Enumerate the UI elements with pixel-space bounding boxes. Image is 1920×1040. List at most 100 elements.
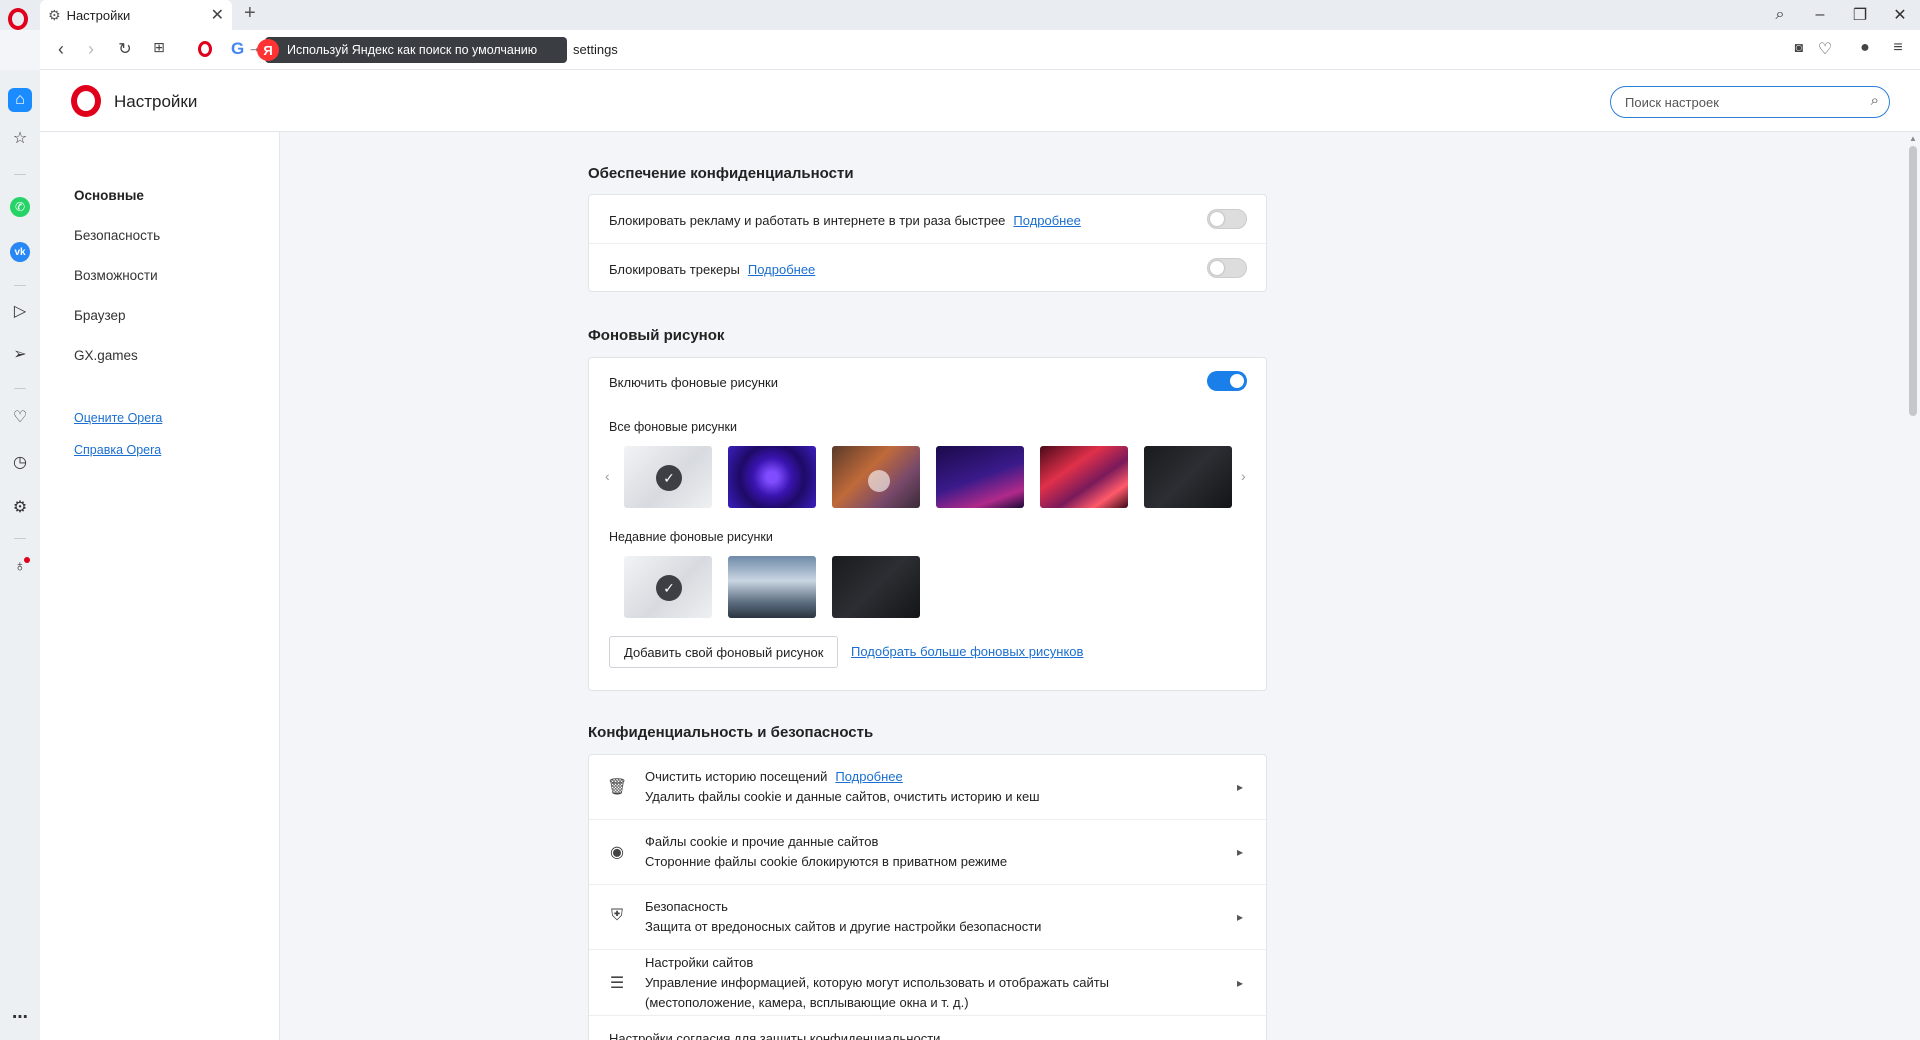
- scroll-up-icon[interactable]: ▲: [1909, 134, 1917, 143]
- gear-icon: ⚙: [48, 6, 61, 23]
- tab-overview-icon[interactable]: ⊞: [148, 39, 170, 56]
- nav-item-security[interactable]: Безопасность: [74, 228, 160, 243]
- scrollbar-thumb[interactable]: [1909, 146, 1917, 416]
- nav-item-features[interactable]: Возможности: [74, 268, 158, 283]
- chevron-right-icon: ▸: [1237, 780, 1244, 794]
- carousel-prev-icon[interactable]: ‹: [605, 468, 610, 484]
- recent-wallpaper-thumb-dark[interactable]: [832, 556, 920, 618]
- easy-setup-icon[interactable]: ≡: [1886, 39, 1910, 57]
- all-wallpapers-label: Все фоновые рисунки: [609, 420, 737, 434]
- nav-item-basic[interactable]: Основные: [74, 188, 144, 203]
- chevron-right-icon: ▸: [1237, 845, 1244, 859]
- block-trackers-row: Блокировать трекеры Подробнее: [609, 262, 815, 277]
- more-wallpapers-link[interactable]: Подобрать больше фоновых рисунков: [851, 644, 1083, 659]
- section-title-privacy: Обеспечение конфиденциальности: [588, 165, 854, 182]
- row-divider: [589, 884, 1268, 885]
- block-ads-learn-more-link[interactable]: Подробнее: [1013, 213, 1080, 228]
- account-icon[interactable]: ●: [1853, 39, 1877, 57]
- bookmarks-heart-icon[interactable]: ♡: [8, 405, 32, 429]
- page-scrollbar[interactable]: ▲: [1906, 132, 1920, 1040]
- wallpaper-thumb-neon[interactable]: [936, 446, 1024, 508]
- nav-item-gxgames[interactable]: GX.games: [74, 348, 138, 363]
- settings-search: ⌕: [1610, 86, 1890, 118]
- new-tab-button[interactable]: +: [244, 2, 256, 25]
- tab-title: Настройки: [66, 7, 131, 23]
- yandex-prompt-text: Используй Яндекс как поиск по умолчанию: [287, 43, 538, 57]
- restore-button[interactable]: ❐: [1840, 0, 1880, 30]
- more-icon[interactable]: ⋯: [8, 1005, 32, 1029]
- tips-lightbulb-icon[interactable]: ♁: [8, 555, 32, 579]
- block-ads-toggle[interactable]: [1207, 209, 1247, 229]
- more-wallpapers-row: Подобрать больше фоновых рисунков: [851, 644, 1083, 659]
- opera-menu-icon[interactable]: [8, 8, 28, 30]
- tab-bar: ⚙ Настройки ✕ + ⌕ – ❐ ✕: [0, 0, 1920, 30]
- rate-opera-link[interactable]: Оцените Opera: [74, 411, 162, 425]
- reload-icon[interactable]: ↻: [114, 39, 136, 59]
- minimize-button[interactable]: –: [1800, 0, 1840, 30]
- wallpapers-card: Включить фоновые рисунки Все фоновые рис…: [588, 357, 1267, 691]
- recent-wallpaper-thumb-default[interactable]: ✓: [624, 556, 712, 618]
- privacy-consent-title[interactable]: Настройки согласия для защиты конфиденци…: [609, 1031, 940, 1040]
- add-wallpaper-button[interactable]: Добавить свой фоновый рисунок: [609, 636, 839, 668]
- block-ads-label: Блокировать рекламу и работать в интерне…: [609, 213, 1006, 228]
- sidebar-divider: [14, 174, 26, 175]
- recent-wallpaper-thumb-mountains[interactable]: [728, 556, 816, 618]
- close-window-button[interactable]: ✕: [1880, 0, 1920, 30]
- opera-badge-icon: [198, 41, 212, 57]
- checkmark-icon: ✓: [656, 465, 682, 491]
- forward-icon[interactable]: ›: [80, 39, 102, 60]
- trash-icon: 🗑: [607, 779, 628, 796]
- heart-icon[interactable]: ♡: [1813, 39, 1837, 59]
- block-trackers-toggle[interactable]: [1207, 258, 1247, 278]
- settings-header: Настройки ⌕: [40, 70, 1920, 132]
- tab-settings[interactable]: ⚙ Настройки ✕: [40, 0, 232, 30]
- url-text[interactable]: settings: [573, 42, 618, 57]
- shield-icon: ⛨: [610, 907, 623, 924]
- cookies-title: Файлы cookie и прочие данные сайтов: [645, 834, 879, 849]
- browser-sidebar: ⌂ ☆ ✆ vk ▷ ➢ ♡ ◷ ⚙ ♁ ⋯: [0, 70, 40, 1040]
- flow-icon[interactable]: ➢: [8, 342, 32, 366]
- site-settings-title: Настройки сайтов: [645, 955, 754, 970]
- block-trackers-learn-more-link[interactable]: Подробнее: [748, 262, 815, 277]
- close-tab-icon[interactable]: ✕: [211, 5, 224, 25]
- yandex-search-prompt[interactable]: Я Используй Яндекс как поиск по умолчани…: [257, 37, 567, 63]
- block-ads-row: Блокировать рекламу и работать в интерне…: [609, 213, 1081, 228]
- vk-icon[interactable]: vk: [10, 242, 30, 262]
- chevron-right-icon: ▸: [1237, 910, 1244, 924]
- wallpaper-thumb-game[interactable]: [832, 446, 920, 508]
- row-divider: [589, 819, 1268, 820]
- wallpaper-thumb-purple-tunnel[interactable]: [728, 446, 816, 508]
- clear-history-title: Очистить историю посещений: [645, 769, 828, 784]
- sidebar-divider: [14, 538, 26, 539]
- carousel-next-icon[interactable]: ›: [1241, 468, 1246, 484]
- row-divider: [589, 1015, 1268, 1016]
- row-divider: [589, 243, 1268, 244]
- clear-history-subtitle: Удалить файлы cookie и данные сайтов, оч…: [645, 789, 1040, 804]
- wallpaper-thumb-default[interactable]: ✓: [624, 446, 712, 508]
- search-icon[interactable]: ⌕: [1871, 92, 1879, 109]
- opera-logo: [71, 85, 101, 117]
- wallpaper-thumb-dark[interactable]: [1144, 446, 1232, 508]
- search-tabs-icon[interactable]: ⌕: [1760, 0, 1800, 30]
- sidebar-divider: [14, 285, 26, 286]
- settings-icon[interactable]: ⚙: [8, 495, 32, 519]
- wallpaper-thumb-red-waves[interactable]: [1040, 446, 1128, 508]
- whatsapp-icon[interactable]: ✆: [10, 197, 30, 217]
- cookie-icon: ◉: [610, 844, 624, 861]
- opera-help-link[interactable]: Справка Opera: [74, 443, 161, 457]
- player-icon[interactable]: ▷: [8, 299, 32, 323]
- block-trackers-label: Блокировать трекеры: [609, 262, 740, 277]
- checkmark-icon: ✓: [656, 575, 682, 601]
- enable-wallpapers-label: Включить фоновые рисунки: [609, 375, 778, 390]
- clear-history-learn-more-link[interactable]: Подробнее: [835, 769, 902, 784]
- home-icon[interactable]: ⌂: [8, 88, 32, 112]
- history-icon[interactable]: ◷: [8, 450, 32, 474]
- snapshot-icon[interactable]: ◙: [1787, 39, 1811, 55]
- back-icon[interactable]: ‹: [50, 39, 72, 60]
- speed-dial-icon[interactable]: ☆: [8, 126, 32, 150]
- nav-item-browser[interactable]: Браузер: [74, 308, 126, 323]
- google-icon[interactable]: G: [231, 39, 244, 59]
- enable-wallpapers-toggle[interactable]: [1207, 371, 1247, 391]
- search-input[interactable]: [1625, 93, 1855, 111]
- security-subtitle: Защита от вредоносных сайтов и другие на…: [645, 919, 1042, 934]
